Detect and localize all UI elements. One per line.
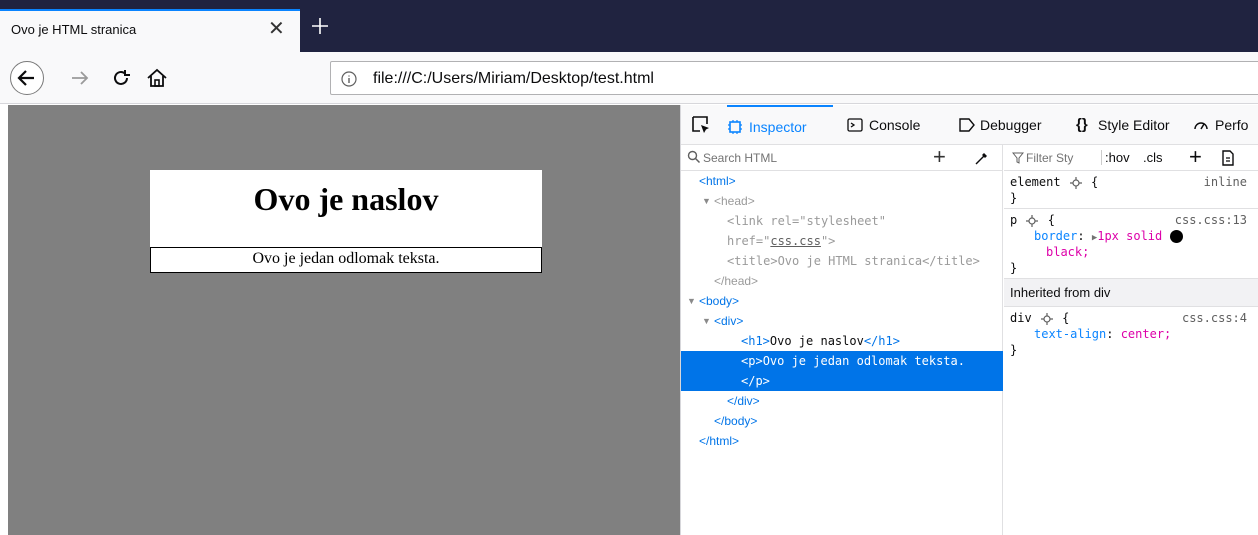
tab-performance[interactable]: Perfo bbox=[1193, 105, 1258, 145]
page-viewport: Ovo je naslov Ovo je jedan odlomak tekst… bbox=[8, 105, 680, 535]
rule-div: div { css.css:4 text-align: center; } bbox=[1004, 307, 1258, 360]
expand-twisty-icon[interactable]: ▼ bbox=[687, 291, 696, 311]
home-icon[interactable] bbox=[145, 66, 169, 90]
node-title[interactable]: <title>Ovo je HTML stranica</title> bbox=[681, 251, 1003, 271]
declaration-border[interactable]: border: ▶1px solid bbox=[1004, 228, 1258, 244]
node-body[interactable]: ▼ <body> bbox=[681, 291, 1003, 311]
tab-style-editor[interactable]: {} Style Editor bbox=[1076, 105, 1194, 145]
tab-inspector-label: Inspector bbox=[749, 119, 807, 135]
tab-style-editor-label: Style Editor bbox=[1098, 117, 1170, 133]
tab-debugger[interactable]: Debugger bbox=[958, 105, 1062, 145]
performance-icon bbox=[1194, 122, 1208, 130]
cls-button[interactable]: .cls bbox=[1143, 150, 1163, 165]
node-head[interactable]: ▼ <head> bbox=[681, 191, 1003, 211]
css-link[interactable]: css.css bbox=[770, 234, 821, 248]
node-p-selected[interactable]: <p>Ovo je jedan odlomak teksta. bbox=[681, 351, 1003, 371]
markup-view: + <html> ▼ <head> <link rel="stylesheet"… bbox=[681, 145, 1003, 535]
search-html-input[interactable] bbox=[703, 148, 903, 168]
rule-source-link[interactable]: css.css:4 bbox=[1182, 310, 1247, 326]
print-simulation-icon[interactable] bbox=[1220, 150, 1236, 166]
node-p-close[interactable]: </p> bbox=[681, 371, 1003, 391]
tab-title: Ovo je HTML stranica bbox=[11, 22, 137, 37]
gear-icon[interactable] bbox=[1069, 176, 1082, 189]
node-div-close[interactable]: </div> bbox=[681, 391, 1003, 411]
inherited-header: Inherited from div bbox=[1004, 279, 1258, 307]
rules-view: :hov .cls + element { inline } p { bbox=[1004, 145, 1258, 535]
search-bar: + bbox=[681, 145, 1003, 171]
add-node-icon[interactable]: + bbox=[933, 146, 946, 168]
rule-source-link[interactable]: css.css:13 bbox=[1175, 212, 1247, 228]
gear-icon[interactable] bbox=[1026, 214, 1039, 227]
search-icon bbox=[687, 150, 701, 164]
add-rule-icon[interactable]: + bbox=[1189, 145, 1202, 169]
filter-styles-input[interactable] bbox=[1026, 148, 1098, 168]
info-icon[interactable] bbox=[341, 71, 357, 87]
rules-toolbar: :hov .cls + bbox=[1004, 145, 1258, 171]
url-text[interactable]: file:///C:/Users/Miriam/Desktop/test.htm… bbox=[373, 70, 654, 88]
url-bar[interactable]: file:///C:/Users/Miriam/Desktop/test.htm… bbox=[330, 61, 1258, 95]
filter-icon bbox=[1012, 152, 1024, 164]
node-html[interactable]: <html> bbox=[681, 171, 1003, 191]
back-arrow-icon bbox=[17, 70, 34, 86]
new-tab-icon[interactable] bbox=[308, 14, 332, 38]
color-swatch[interactable] bbox=[1169, 230, 1183, 243]
style-editor-icon: {} bbox=[1076, 116, 1088, 133]
rule-element: element { inline } bbox=[1004, 171, 1258, 209]
tab-inspector[interactable]: Inspector bbox=[727, 105, 833, 145]
forward-icon[interactable] bbox=[69, 68, 91, 88]
markup-tree: <html> ▼ <head> <link rel="stylesheet" h… bbox=[681, 171, 1003, 451]
tab-console[interactable]: Console bbox=[847, 105, 945, 145]
expand-twisty-icon[interactable]: ▼ bbox=[702, 311, 711, 331]
expand-twisty-icon[interactable]: ▼ bbox=[702, 191, 711, 211]
rule-p: p { css.css:13 border: ▶1px solid black;… bbox=[1004, 209, 1258, 279]
node-head-close[interactable]: </head> bbox=[681, 271, 1003, 291]
inspector-icon bbox=[728, 120, 742, 134]
page-div: Ovo je naslov Ovo je jedan odlomak tekst… bbox=[150, 170, 542, 273]
tab-console-label: Console bbox=[869, 117, 921, 133]
node-body-close[interactable]: </body> bbox=[681, 411, 1003, 431]
console-icon bbox=[847, 118, 863, 132]
devtools-panel: Inspector Console Debugger {} Style Edit… bbox=[680, 105, 1258, 535]
eyedropper-icon[interactable] bbox=[974, 150, 990, 166]
node-div[interactable]: ▼ <div> bbox=[681, 311, 1003, 331]
node-html-close[interactable]: </html> bbox=[681, 431, 1003, 451]
close-tab-icon[interactable]: ✕ bbox=[268, 18, 285, 40]
node-link[interactable]: <link rel="stylesheet" bbox=[681, 211, 1003, 231]
node-h1[interactable]: <h1>Ovo je naslov</h1> bbox=[681, 331, 1003, 351]
tab-debugger-label: Debugger bbox=[980, 117, 1042, 133]
declaration-text-align[interactable]: text-align: center; bbox=[1004, 326, 1258, 342]
back-button[interactable] bbox=[10, 61, 44, 95]
browser-tab[interactable]: Ovo je HTML stranica ✕ bbox=[0, 9, 300, 52]
nav-bar: file:///C:/Users/Miriam/Desktop/test.htm… bbox=[0, 52, 1258, 104]
reload-icon[interactable] bbox=[110, 67, 132, 89]
rule-source[interactable]: inline bbox=[1204, 174, 1247, 190]
element-picker-icon[interactable] bbox=[689, 113, 713, 137]
page-paragraph: Ovo je jedan odlomak teksta. bbox=[150, 247, 542, 273]
page-heading: Ovo je naslov bbox=[150, 170, 542, 247]
gear-icon[interactable] bbox=[1040, 312, 1053, 325]
rules-list: element { inline } p { css.css:13 border… bbox=[1004, 171, 1258, 360]
node-link-href[interactable]: href="css.css"> bbox=[681, 231, 1003, 251]
hov-button[interactable]: :hov bbox=[1101, 150, 1130, 165]
devtools-toolbar: Inspector Console Debugger {} Style Edit… bbox=[681, 105, 1258, 145]
tab-performance-label: Perfo bbox=[1215, 117, 1249, 133]
tab-strip: Ovo je HTML stranica ✕ bbox=[0, 0, 1258, 52]
debugger-icon bbox=[959, 118, 975, 132]
